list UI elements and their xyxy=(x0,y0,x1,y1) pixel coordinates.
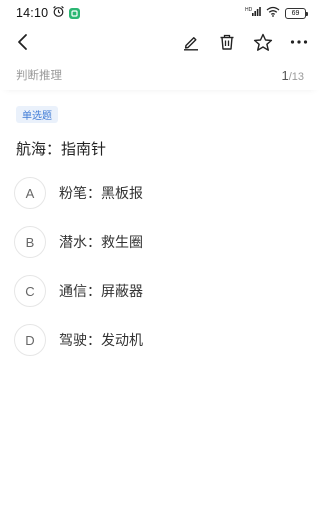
signal-icon: HD xyxy=(245,6,261,20)
status-bar: 14:10 HD 69 xyxy=(0,0,320,26)
options-list: A 粉笔：黑板报 B 潜水：救生圈 C 通信：屏蔽器 D 驾驶：发动机 xyxy=(14,176,306,372)
battery-level: 69 xyxy=(291,9,300,17)
toolbar xyxy=(0,26,320,58)
section-title: 判断推理 xyxy=(16,68,62,82)
option-text: 粉笔：黑板报 xyxy=(59,186,143,202)
wifi-icon xyxy=(266,6,280,20)
option-text: 通信：屏蔽器 xyxy=(59,284,143,300)
option-letter: B xyxy=(14,226,46,258)
option-a[interactable]: A 粉笔：黑板报 xyxy=(14,176,306,210)
progress-current: 1 xyxy=(281,67,289,83)
question-stem: 航海：指南针 xyxy=(16,140,107,158)
delete-icon[interactable] xyxy=(216,31,238,53)
progress-total: /13 xyxy=(288,70,304,83)
question-progress: 1/13 xyxy=(281,68,304,83)
toolbar-actions xyxy=(180,31,310,53)
option-c[interactable]: C 通信：屏蔽器 xyxy=(14,274,306,308)
status-right: HD 69 xyxy=(245,6,308,20)
section-header: 判断推理 1/13 xyxy=(0,60,320,90)
question-type-badge: 单选题 xyxy=(16,106,58,123)
option-b[interactable]: B 潜水：救生圈 xyxy=(14,225,306,259)
app-badge-icon xyxy=(69,7,81,19)
battery-icon: 69 xyxy=(285,7,308,19)
status-left: 14:10 xyxy=(16,5,81,21)
star-icon[interactable] xyxy=(252,31,274,53)
option-d[interactable]: D 驾驶：发动机 xyxy=(14,323,306,357)
option-letter: A xyxy=(14,177,46,209)
option-letter: D xyxy=(14,324,46,356)
svg-text:HD: HD xyxy=(245,7,253,13)
more-icon[interactable] xyxy=(288,31,310,53)
option-letter: C xyxy=(14,275,46,307)
status-time: 14:10 xyxy=(16,6,49,20)
option-text: 潜水：救生圈 xyxy=(59,235,143,251)
alarm-icon xyxy=(52,5,65,21)
edit-icon[interactable] xyxy=(180,31,202,53)
option-text: 驾驶：发动机 xyxy=(59,333,143,349)
back-icon[interactable] xyxy=(12,31,34,53)
